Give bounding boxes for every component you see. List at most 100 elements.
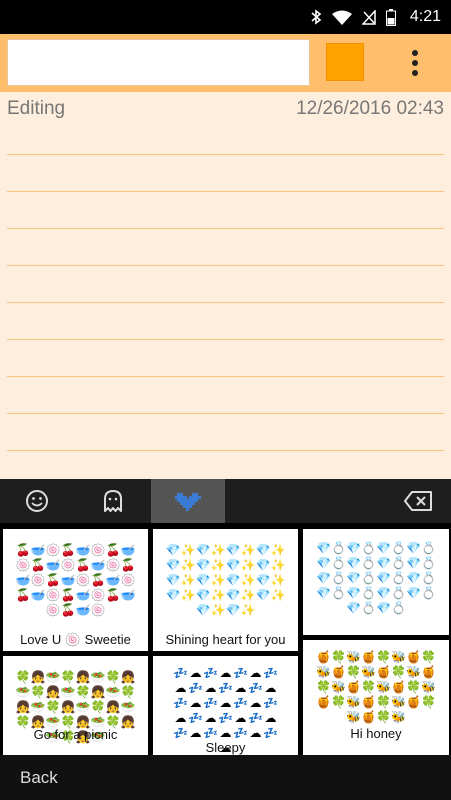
overflow-menu-icon[interactable]: [400, 44, 430, 82]
emoji-glyph: 🥗: [90, 670, 106, 684]
emoji-glyph: 💎: [316, 556, 331, 570]
emoji-glyph: 🍀: [331, 695, 346, 709]
emoji-glyph: ☁: [189, 726, 202, 740]
backspace-button[interactable]: [385, 479, 451, 523]
emoji-glyph: 🍒: [15, 588, 31, 602]
emoji-glyph: 💎: [376, 541, 391, 555]
note-editor[interactable]: Editing 12/26/2016 02:43: [0, 92, 451, 479]
backspace-icon: [404, 491, 432, 511]
emoji-glyph: 💎: [346, 571, 361, 585]
emoji-art-caption: Love U 🍥 Sweetie: [20, 632, 131, 647]
emoji-glyph: 🍀: [60, 670, 76, 684]
emoji-glyph: 💍: [391, 541, 406, 555]
emoji-glyph: 🍒: [90, 573, 106, 587]
emoji-glyph: 🥣: [30, 543, 46, 557]
emoji-glyph: ☁: [204, 681, 217, 695]
no-signal-icon: [361, 9, 376, 25]
emoji-art-caption: Shining heart for you: [165, 632, 286, 647]
emoji-glyph: 💎: [406, 556, 421, 570]
emoji-glyph: 💎: [316, 571, 331, 585]
emoji-glyph: ☁: [249, 696, 262, 710]
note-color-button[interactable]: [326, 43, 364, 81]
emoji-art-caption: Go for a picnic: [33, 727, 118, 742]
emoji-glyph: 🍀: [15, 670, 31, 684]
emoji-art-card[interactable]: 🍯 🍀 🐝 🍯 🍀 🐝 🍯 🍀 🐝 🍯 🍀 🐝 🍯 🍀 🐝 🍯 🍀 🐝 🍯 🍀 🐝 🍯 🍀 🐝 🍯 🍀 🐝 🍯 🍀 🐝 🍯 🍀 🐝 🍯 🍀 🐝 Hi …: [303, 640, 449, 755]
tab-emoji-art[interactable]: [151, 479, 225, 523]
emoji-glyph: 🍯: [346, 680, 361, 694]
emoji-art-card[interactable]: 💎 ✨ 💎 ✨ 💎 ✨ 💎 ✨ 💎 ✨ 💎 ✨ 💎 ✨ 💎 ✨ 💎 ✨ 💎 ✨ 💎 ✨ 💎 ✨ 💎 ✨ 💎 ✨ 💎 ✨ 💎 ✨ 💎 ✨ 💎 ✨ Shi…: [153, 529, 298, 651]
smiley-icon: [26, 490, 48, 512]
emoji-glyph: 💎: [255, 588, 271, 602]
tab-smileys[interactable]: [0, 479, 74, 523]
ruled-line: [7, 413, 444, 414]
emoji-glyph: 🍥: [75, 573, 91, 587]
emoji-glyph: 💎: [406, 571, 421, 585]
emoji-glyph: 🍀: [406, 680, 421, 694]
emoji-glyph: 🍥: [45, 543, 61, 557]
emoji-glyph: 🍯: [361, 695, 376, 709]
emoji-glyph: 🐝: [391, 695, 406, 709]
emoji-art-card[interactable]: 🍀 👧 🥗 🍀 👧 🥗 🍀 👧 🥗 🍀 👧 🥗 🍀 👧 🥗 🍀 👧 🥗 🍀 👧 🥗 🍀 👧 🥗 🍀 👧 🥗 🍀 👧 🥗 🍀 👧 🥗 🍀 👧 🥗 Go …: [3, 656, 148, 755]
emoji-glyph: 🍀: [421, 695, 436, 709]
emoji-glyph: 💤: [188, 681, 203, 695]
emoji-glyph: 💤: [233, 696, 248, 710]
emoji-glyph: 💤: [248, 711, 263, 725]
emoji-glyph: 💎: [165, 573, 181, 587]
emoji-glyph: 🍯: [361, 710, 376, 724]
emoji-glyph: 💎: [376, 601, 391, 615]
emoji-art-card[interactable]: 💎 💍 💎 💍 💎 💍 💎 💍 💎 💍 💎 💍 💎 💍 💎 💍 💎 💍 💎 💍 💎 💍 💎 💍 💎 💍 💎 💍 💎 💍 💎 💍 💎 💍 💎 💍: [303, 529, 449, 635]
note-toolbar: [0, 34, 451, 92]
emoji-glyph: 👧: [30, 670, 46, 684]
emoji-glyph: 🍒: [60, 603, 76, 617]
tab-ghosts[interactable]: [76, 479, 150, 523]
emoji-glyph: 💎: [195, 573, 211, 587]
emoji-glyph: 🍒: [60, 543, 76, 557]
emoji-glyph: ☁: [219, 666, 232, 680]
emoji-glyph: 💎: [165, 543, 181, 557]
emoji-glyph: 🍒: [30, 558, 46, 572]
emoji-glyph: ☁: [264, 681, 277, 695]
emoji-glyph: ✨: [180, 588, 196, 602]
emoji-glyph: 🐝: [346, 710, 361, 724]
emoji-glyph: 🍥: [15, 558, 31, 572]
emoji-glyph: 🍒: [15, 543, 31, 557]
emoji-glyph: 💎: [195, 603, 211, 617]
emoji-glyph: 💍: [361, 556, 376, 570]
ghost-icon: [104, 490, 122, 512]
emoji-glyph: 🍥: [45, 588, 61, 602]
emoji-glyph: 🍥: [60, 558, 76, 572]
emoji-glyph: 🍯: [331, 665, 346, 679]
emoji-glyph: ✨: [240, 588, 256, 602]
emoji-art-card[interactable]: 💤 ☁ 💤 ☁ 💤 ☁ 💤 ☁ 💤 ☁ 💤 ☁ 💤 ☁ 💤 ☁ 💤 ☁ 💤 ☁ 💤 ☁ 💤 ☁ 💤 ☁ 💤 ☁ 💤 ☁ 💤 ☁ 💤 ☁ 💤 ☁ Sle…: [153, 656, 298, 755]
emoji-glyph: 💎: [225, 588, 241, 602]
note-timestamp: 12/26/2016 02:43: [296, 98, 444, 119]
emoji-glyph: ☁: [264, 711, 277, 725]
emoji-glyph: 💍: [331, 541, 346, 555]
emoji-glyph: ☁: [204, 711, 217, 725]
emoji-glyph: 💍: [331, 556, 346, 570]
emoji-glyph: 🍥: [90, 543, 106, 557]
ruled-line: [7, 191, 444, 192]
emoji-glyph: 💤: [263, 726, 278, 740]
back-button[interactable]: Back: [20, 768, 58, 788]
emoji-glyph: 🥣: [105, 573, 121, 587]
emoji-glyph: 👧: [75, 670, 91, 684]
emoji-glyph: 💍: [421, 571, 436, 585]
emoji-glyph: 🍒: [105, 588, 121, 602]
emoji-glyph: 💎: [346, 556, 361, 570]
emoji-glyph: 🥣: [120, 543, 136, 557]
emoji-glyph: 💍: [331, 586, 346, 600]
emoji-glyph: 💤: [248, 681, 263, 695]
emoji-glyph: 🥗: [60, 685, 76, 699]
emoji-glyph: 🐝: [346, 695, 361, 709]
emoji-glyph: 🍒: [45, 573, 61, 587]
emoji-glyph: 🥣: [75, 588, 91, 602]
emoji-glyph: 👧: [105, 700, 121, 714]
emoji-glyph: 💤: [173, 666, 188, 680]
emoji-glyph: 🍀: [361, 680, 376, 694]
note-title-input[interactable]: [7, 39, 310, 86]
emoji-glyph: 🍀: [120, 685, 136, 699]
emoji-glyph: 🍀: [346, 665, 361, 679]
emoji-glyph: 🍒: [75, 558, 91, 572]
emoji-art-card[interactable]: 🍒 🥣 🍥 🍒 🥣 🍥 🍒 🥣 🍥 🍒 🥣 🍥 🍒 🥣 🍥 🍒 🥣 🍥 🍒 🥣 🍥 🍒 🥣 🍥 🍒 🥣 🍥 🍒 🥣 🍥 🍒 🥣 🍥 🍒 🥣 🍥 Lov…: [3, 529, 148, 651]
